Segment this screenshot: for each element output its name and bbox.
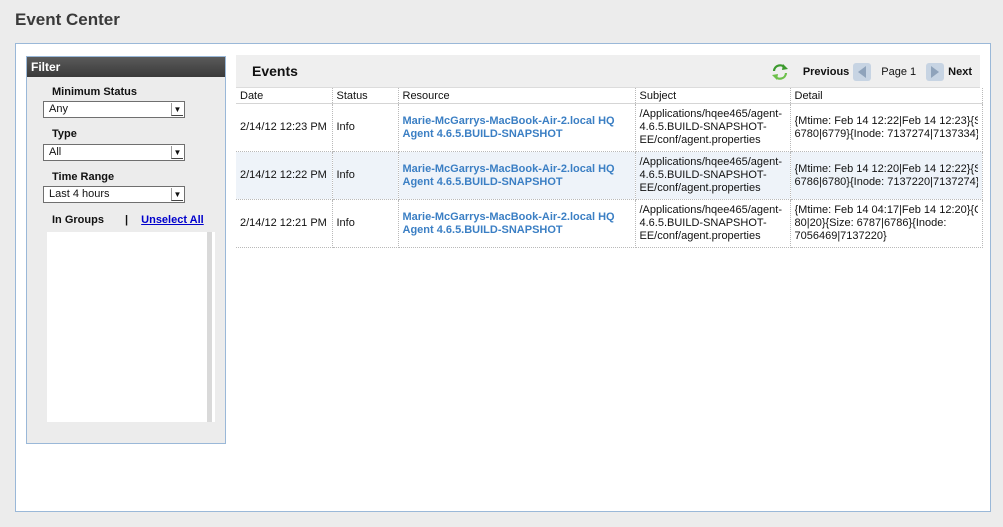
table-row[interactable]: 2/14/12 12:23 PM Info Marie-McGarrys-Mac… <box>236 103 983 152</box>
main-panel: Filter Minimum Status Any ▼ Type All ▼ T… <box>15 43 991 512</box>
time-range-value: Last 4 hours <box>49 188 110 200</box>
next-button[interactable]: Next <box>948 66 972 78</box>
type-value: All <box>49 146 62 158</box>
column-header-subject[interactable]: Subject <box>635 88 791 104</box>
events-title: Events <box>252 63 298 79</box>
time-range-label: Time Range <box>52 171 115 183</box>
type-label: Type <box>52 128 77 140</box>
minimum-status-label: Minimum Status <box>52 86 137 98</box>
minimum-status-value: Any <box>49 103 68 115</box>
detail-text: {Mtime: Feb 14 12:20|Feb 14 12:22}{S 678… <box>794 162 978 188</box>
table-row[interactable]: 2/14/12 12:22 PM Info Marie-McGarrys-Mac… <box>236 151 983 200</box>
subject-cell: /Applications/hqee465/agent-4.6.5.BUILD-… <box>635 151 791 200</box>
resource-cell: Marie-McGarrys-MacBook-Air-2.local HQ Ag… <box>398 103 636 152</box>
column-header-resource[interactable]: Resource <box>398 88 636 104</box>
minimum-status-select[interactable]: Any ▼ <box>43 101 185 118</box>
groups-list[interactable] <box>47 232 215 422</box>
date-cell: 2/14/12 12:22 PM <box>236 151 333 200</box>
detail-cell: {Mtime: Feb 14 12:22|Feb 14 12:23}{S 678… <box>790 103 983 152</box>
filter-header: Filter <box>27 57 225 77</box>
column-header-status[interactable]: Status <box>332 88 399 104</box>
status-cell: Info <box>332 199 399 248</box>
filter-panel: Filter Minimum Status Any ▼ Type All ▼ T… <box>26 56 226 444</box>
groups-scrollbar[interactable] <box>207 232 212 422</box>
previous-arrow-icon[interactable] <box>853 63 872 81</box>
events-panel: Events Previous Page 1 Next Date Status … <box>236 55 983 255</box>
status-cell: Info <box>332 151 399 200</box>
groups-toolbar: In Groups | Unselect All <box>52 214 204 226</box>
detail-cell: {Mtime: Feb 14 04:17|Feb 14 12:20}{C 80|… <box>790 199 983 248</box>
events-header: Events Previous Page 1 Next <box>236 55 980 88</box>
resource-link[interactable]: Marie-McGarrys-MacBook-Air-2.local HQ Ag… <box>403 211 615 236</box>
refresh-icon[interactable] <box>771 63 789 81</box>
resource-link[interactable]: Marie-McGarrys-MacBook-Air-2.local HQ Ag… <box>403 115 615 140</box>
detail-cell: {Mtime: Feb 14 12:20|Feb 14 12:22}{S 678… <box>790 151 983 200</box>
date-cell: 2/14/12 12:21 PM <box>236 199 333 248</box>
status-cell: Info <box>332 103 399 152</box>
resource-cell: Marie-McGarrys-MacBook-Air-2.local HQ Ag… <box>398 199 636 248</box>
chevron-down-icon: ▼ <box>171 146 183 159</box>
groups-separator: | <box>125 214 129 226</box>
events-table: Date Status Resource Subject Detail 2/14… <box>236 88 983 248</box>
table-row[interactable]: 2/14/12 12:21 PM Info Marie-McGarrys-Mac… <box>236 199 983 248</box>
type-select[interactable]: All ▼ <box>43 144 185 161</box>
resource-cell: Marie-McGarrys-MacBook-Air-2.local HQ Ag… <box>398 151 636 200</box>
column-header-detail[interactable]: Detail <box>790 88 983 104</box>
column-header-date[interactable]: Date <box>236 88 333 104</box>
table-header-row: Date Status Resource Subject Detail <box>236 88 983 104</box>
page-indicator: Page 1 <box>881 66 917 78</box>
unselect-all-link[interactable]: Unselect All <box>141 214 204 226</box>
subject-cell: /Applications/hqee465/agent-4.6.5.BUILD-… <box>635 103 791 152</box>
pager: Previous Page 1 Next <box>771 63 972 81</box>
time-range-select[interactable]: Last 4 hours ▼ <box>43 186 185 203</box>
in-groups-tab[interactable]: In Groups <box>52 214 104 226</box>
page-title: Event Center <box>15 10 120 29</box>
resource-link[interactable]: Marie-McGarrys-MacBook-Air-2.local HQ Ag… <box>403 163 615 188</box>
date-cell: 2/14/12 12:23 PM <box>236 103 333 152</box>
previous-button[interactable]: Previous <box>803 66 849 78</box>
chevron-down-icon: ▼ <box>171 188 183 201</box>
chevron-down-icon: ▼ <box>171 103 183 116</box>
detail-text: {Mtime: Feb 14 04:17|Feb 14 12:20}{C 80|… <box>794 204 978 242</box>
next-arrow-icon[interactable] <box>926 63 945 81</box>
detail-text: {Mtime: Feb 14 12:22|Feb 14 12:23}{S 678… <box>794 114 978 140</box>
subject-cell: /Applications/hqee465/agent-4.6.5.BUILD-… <box>635 199 791 248</box>
